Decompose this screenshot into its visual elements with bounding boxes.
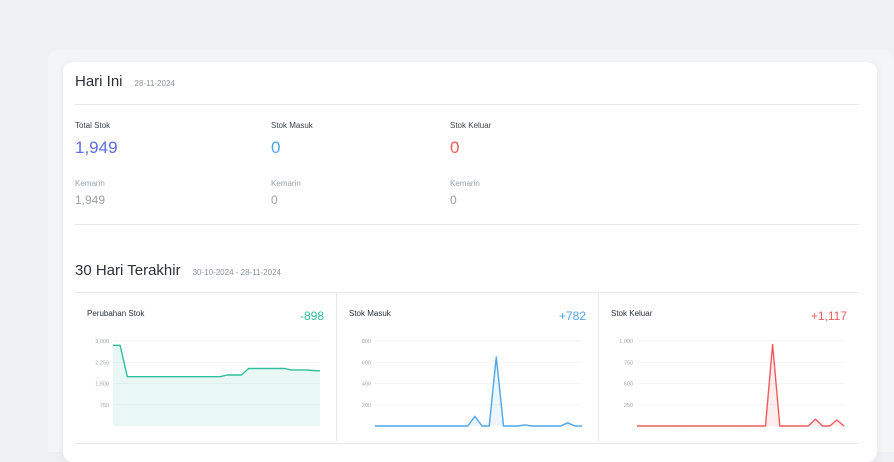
last30-title: 30 Hari Terakhir	[75, 262, 181, 279]
y-tick-label: 500	[624, 382, 633, 388]
y-tick-label: 250	[624, 403, 633, 409]
y-tick-label: 2,250	[95, 360, 109, 366]
series-area	[375, 357, 582, 426]
stat-value: 1,949	[75, 138, 118, 158]
stat-sublabel: Kemarin	[271, 179, 313, 188]
today-date: 28-11-2024	[135, 79, 175, 88]
stat-label: Stok Keluar	[450, 121, 491, 130]
perubahan-stok-chart: 3,000 2,250 1,500 750	[75, 293, 336, 441]
stat-subvalue: 0	[450, 193, 491, 207]
stat-sublabel: Kemarin	[450, 179, 491, 188]
today-title: Hari Ini	[75, 73, 123, 90]
chart-panel-perubahan: Perubahan Stok -898 3,0002,2501,500750	[75, 293, 336, 441]
series-line	[375, 357, 582, 426]
stok-keluar-chart: 1,000 750 500 250	[599, 293, 859, 441]
y-tick-label: 200	[362, 403, 371, 409]
series-line	[637, 344, 844, 426]
stats-divider	[75, 224, 859, 225]
stok-masuk-chart: 800 600 400 200	[337, 293, 598, 441]
chart-panel-keluar: Stok Keluar +1,117 1,000750500250	[599, 293, 859, 441]
stat-value: 0	[450, 138, 491, 158]
header-divider	[75, 104, 859, 105]
stat-sublabel: Kemarin	[75, 179, 118, 188]
stat-label: Stok Masuk	[271, 121, 313, 130]
y-tick-label: 750	[624, 360, 633, 366]
stock-summary-card: Hari Ini 28-11-2024 Total Stok 1,949 Kem…	[63, 62, 877, 462]
last30-date-range: 30-10-2024 - 28-11-2024	[193, 268, 281, 277]
stat-stok-masuk: Stok Masuk 0 Kemarin 0	[271, 121, 313, 207]
last30-header: 30 Hari Terakhir 30-10-2024 - 28-11-2024	[75, 262, 281, 279]
stat-subvalue: 0	[271, 193, 313, 207]
chart-panel-masuk: Stok Masuk +782 800600400200	[337, 293, 598, 441]
y-tick-label: 1,500	[95, 382, 109, 388]
y-tick-label: 3,000	[95, 339, 109, 345]
y-tick-label: 400	[362, 382, 371, 388]
y-tick-label: 800	[362, 339, 371, 345]
stat-subvalue: 1,949	[75, 193, 118, 207]
today-header: Hari Ini 28-11-2024	[75, 73, 175, 90]
y-tick-label: 600	[362, 360, 371, 366]
stat-stok-keluar: Stok Keluar 0 Kemarin 0	[450, 121, 491, 207]
chart-panels: Perubahan Stok -898 3,0002,2501,500750 S…	[75, 292, 859, 444]
stat-value: 0	[271, 138, 313, 158]
y-tick-label: 750	[100, 403, 109, 409]
stat-label: Total Stok	[75, 121, 118, 130]
series-area	[637, 344, 844, 426]
series-area	[113, 345, 320, 426]
stat-total-stok: Total Stok 1,949 Kemarin 1,949	[75, 121, 118, 207]
y-tick-label: 1,000	[619, 339, 633, 345]
